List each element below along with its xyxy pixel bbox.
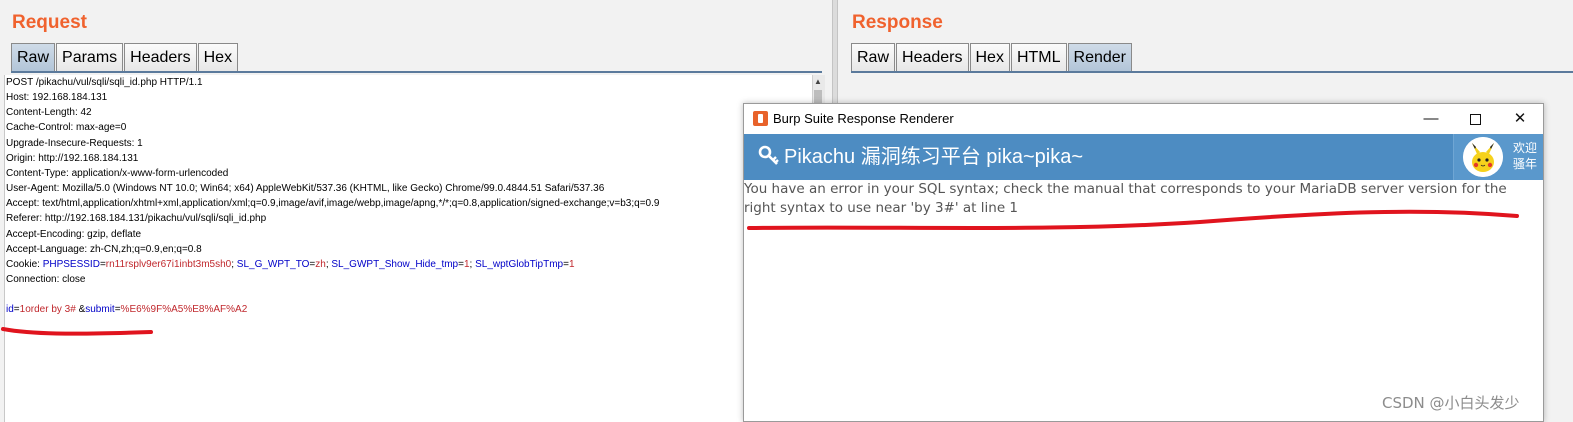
request-line: Host: 192.168.184.131 xyxy=(6,92,108,103)
param-value: %E6%9F%A5%E8%AF%A2 xyxy=(120,304,248,315)
request-editor[interactable]: POST /pikachu/vul/sqli/sqli_id.php HTTP/… xyxy=(4,75,813,422)
tab-hex[interactable]: Hex xyxy=(197,43,239,71)
request-line: Content-Length: 42 xyxy=(6,107,92,118)
request-line: Connection: close xyxy=(6,274,86,285)
response-title: Response xyxy=(852,12,943,33)
pikachu-avatar[interactable] xyxy=(1463,137,1503,177)
minimize-icon[interactable]: — xyxy=(1408,104,1454,134)
request-line: Accept: text/html,application/xhtml+xml,… xyxy=(6,198,660,209)
key-icon xyxy=(758,145,779,165)
burp-suite-screen: Request Raw Params Headers Hex POST /pik… xyxy=(0,0,1573,422)
tab-render[interactable]: Render xyxy=(1067,43,1132,71)
window-title: Burp Suite Response Renderer xyxy=(773,111,954,126)
cookie-key: PHPSESSID xyxy=(42,259,100,270)
request-line: Accept-Encoding: gzip, deflate xyxy=(6,229,142,240)
close-icon[interactable]: ✕ xyxy=(1497,104,1543,134)
user-area[interactable]: 欢迎 骚年 xyxy=(1453,134,1543,180)
request-line: Origin: http://192.168.184.131 xyxy=(6,153,139,164)
request-line: User-Agent: Mozilla/5.0 (Windows NT 10.0… xyxy=(6,183,605,194)
tab-raw[interactable]: Raw xyxy=(851,43,896,71)
tab-html[interactable]: HTML xyxy=(1010,43,1067,71)
request-line: Cache-Control: max-age=0 xyxy=(6,122,127,133)
tab-params[interactable]: Params xyxy=(56,43,124,71)
cookie-value: 1 xyxy=(568,259,575,270)
welcome-line: 骚年 xyxy=(1513,157,1538,171)
response-renderer-window: Burp Suite Response Renderer — ✕ Pikachu… xyxy=(743,103,1544,422)
tab-hex[interactable]: Hex xyxy=(969,43,1010,71)
pikachu-header: Pikachu 漏洞练习平台 pika~pika~ 欢迎 骚年 xyxy=(744,134,1543,180)
maximize-icon[interactable] xyxy=(1452,104,1498,134)
scroll-up-icon[interactable]: ▲ xyxy=(813,77,823,87)
site-title[interactable]: Pikachu 漏洞练习平台 pika~pika~ xyxy=(784,145,1083,169)
welcome-text: 欢迎 骚年 xyxy=(1513,140,1543,172)
request-title: Request xyxy=(12,12,87,33)
cookie-value: 1 xyxy=(463,259,470,270)
burp-icon xyxy=(753,111,768,126)
tab-headers[interactable]: Headers xyxy=(896,43,969,71)
cookie-label: Cookie: xyxy=(6,259,43,270)
param-key: submit xyxy=(85,304,115,315)
request-line: Accept-Language: zh-CN,zh;q=0.9,en;q=0.8 xyxy=(6,244,202,255)
tab-raw[interactable]: Raw xyxy=(11,43,56,71)
cookie-key: SL_GWPT_Show_Hide_tmp xyxy=(331,259,459,270)
request-line: POST /pikachu/vul/sqli/sqli_id.php HTTP/… xyxy=(6,77,203,88)
request-line: Referer: http://192.168.184.131/pikachu/… xyxy=(6,213,267,224)
cookie-value: rn11rsplv9er67i1inbt3m5sh0 xyxy=(105,259,232,270)
tab-headers[interactable]: Headers xyxy=(124,43,197,71)
param-key: id xyxy=(6,304,14,315)
request-line: Content-Type: application/x-www-form-url… xyxy=(6,168,229,179)
welcome-line: 欢迎 xyxy=(1513,141,1538,155)
window-titlebar[interactable]: Burp Suite Response Renderer — ✕ xyxy=(744,104,1543,134)
request-tab-underline xyxy=(11,71,822,73)
param-value: 1order by 3# xyxy=(19,304,76,315)
scrollbar-thumb[interactable] xyxy=(814,90,822,104)
csdn-watermark: CSDN @小白头发少 xyxy=(1382,394,1520,412)
sql-error-message: You have an error in your SQL syntax; ch… xyxy=(744,181,1507,216)
cookie-key: SL_wptGlobTipTmp xyxy=(475,259,564,270)
response-tab-underline xyxy=(851,71,1573,73)
request-tabs: Raw Params Headers Hex xyxy=(11,43,239,71)
request-line: Upgrade-Insecure-Requests: 1 xyxy=(6,138,143,149)
cookie-line: Cookie: PHPSESSID=rn11rsplv9er67i1inbt3m… xyxy=(6,259,575,270)
request-body-line: id=1order by 3# &submit=%E6%9F%A5%E8%AF%… xyxy=(6,304,248,315)
cookie-key: SL_G_WPT_TO xyxy=(236,259,310,270)
cookie-value: zh xyxy=(315,259,326,270)
response-tabs: Raw Headers Hex HTML Render xyxy=(851,43,1133,71)
